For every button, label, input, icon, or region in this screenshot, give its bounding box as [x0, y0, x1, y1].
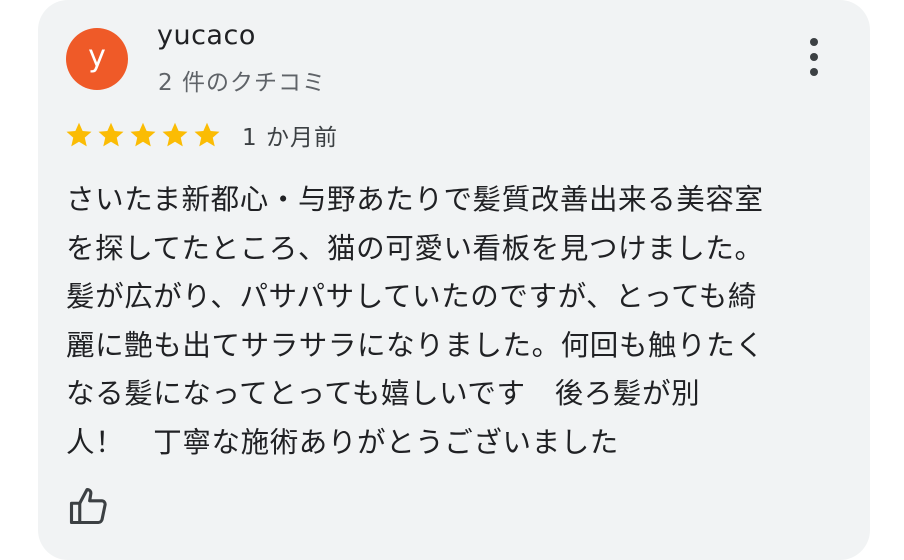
review-text-line: 麗に艶も出てサラサラになりました。何回も触りたく — [66, 328, 765, 362]
more-options-button[interactable] — [800, 34, 828, 80]
avatar[interactable]: y — [66, 28, 128, 90]
star-icon — [130, 122, 156, 147]
review-text-line: なる髪になってとっても嬉しいです 後ろ髪が別 — [66, 377, 701, 410]
more-vert-icon-dot — [810, 68, 818, 76]
reviewer-name[interactable]: yucaco — [157, 20, 256, 51]
more-vert-icon — [810, 38, 818, 46]
avatar-letter: y — [88, 39, 106, 74]
review-text-line: を探してたところ、猫の可愛い看板を見つけました。 — [66, 231, 764, 265]
review-text-line: 人！ 丁寧な施術ありがとうございました — [66, 425, 619, 459]
star-icon — [98, 122, 124, 147]
star-icon — [66, 122, 92, 147]
star-icon — [162, 122, 188, 147]
star-rating: 1 か月前 — [64, 118, 338, 152]
more-vert-icon-dot — [810, 53, 818, 61]
review-text-line: さいたま新都心・与野あたりで髪質改善出来る美容室 — [66, 183, 764, 216]
review-count: 2 件のクチコミ — [158, 70, 326, 96]
like-button[interactable] — [66, 484, 110, 528]
review-text: さいたま新都心・与野あたりで髪質改善出来る美容室 を探してたところ、猫の可愛い看… — [66, 176, 856, 467]
review-text-line: 髪が広がり、パサパサしていたのですが、とっても綺 — [66, 280, 757, 313]
review-time: 1 か月前 — [242, 125, 338, 151]
thumb-up-icon — [69, 487, 107, 525]
star-icon — [194, 122, 220, 147]
